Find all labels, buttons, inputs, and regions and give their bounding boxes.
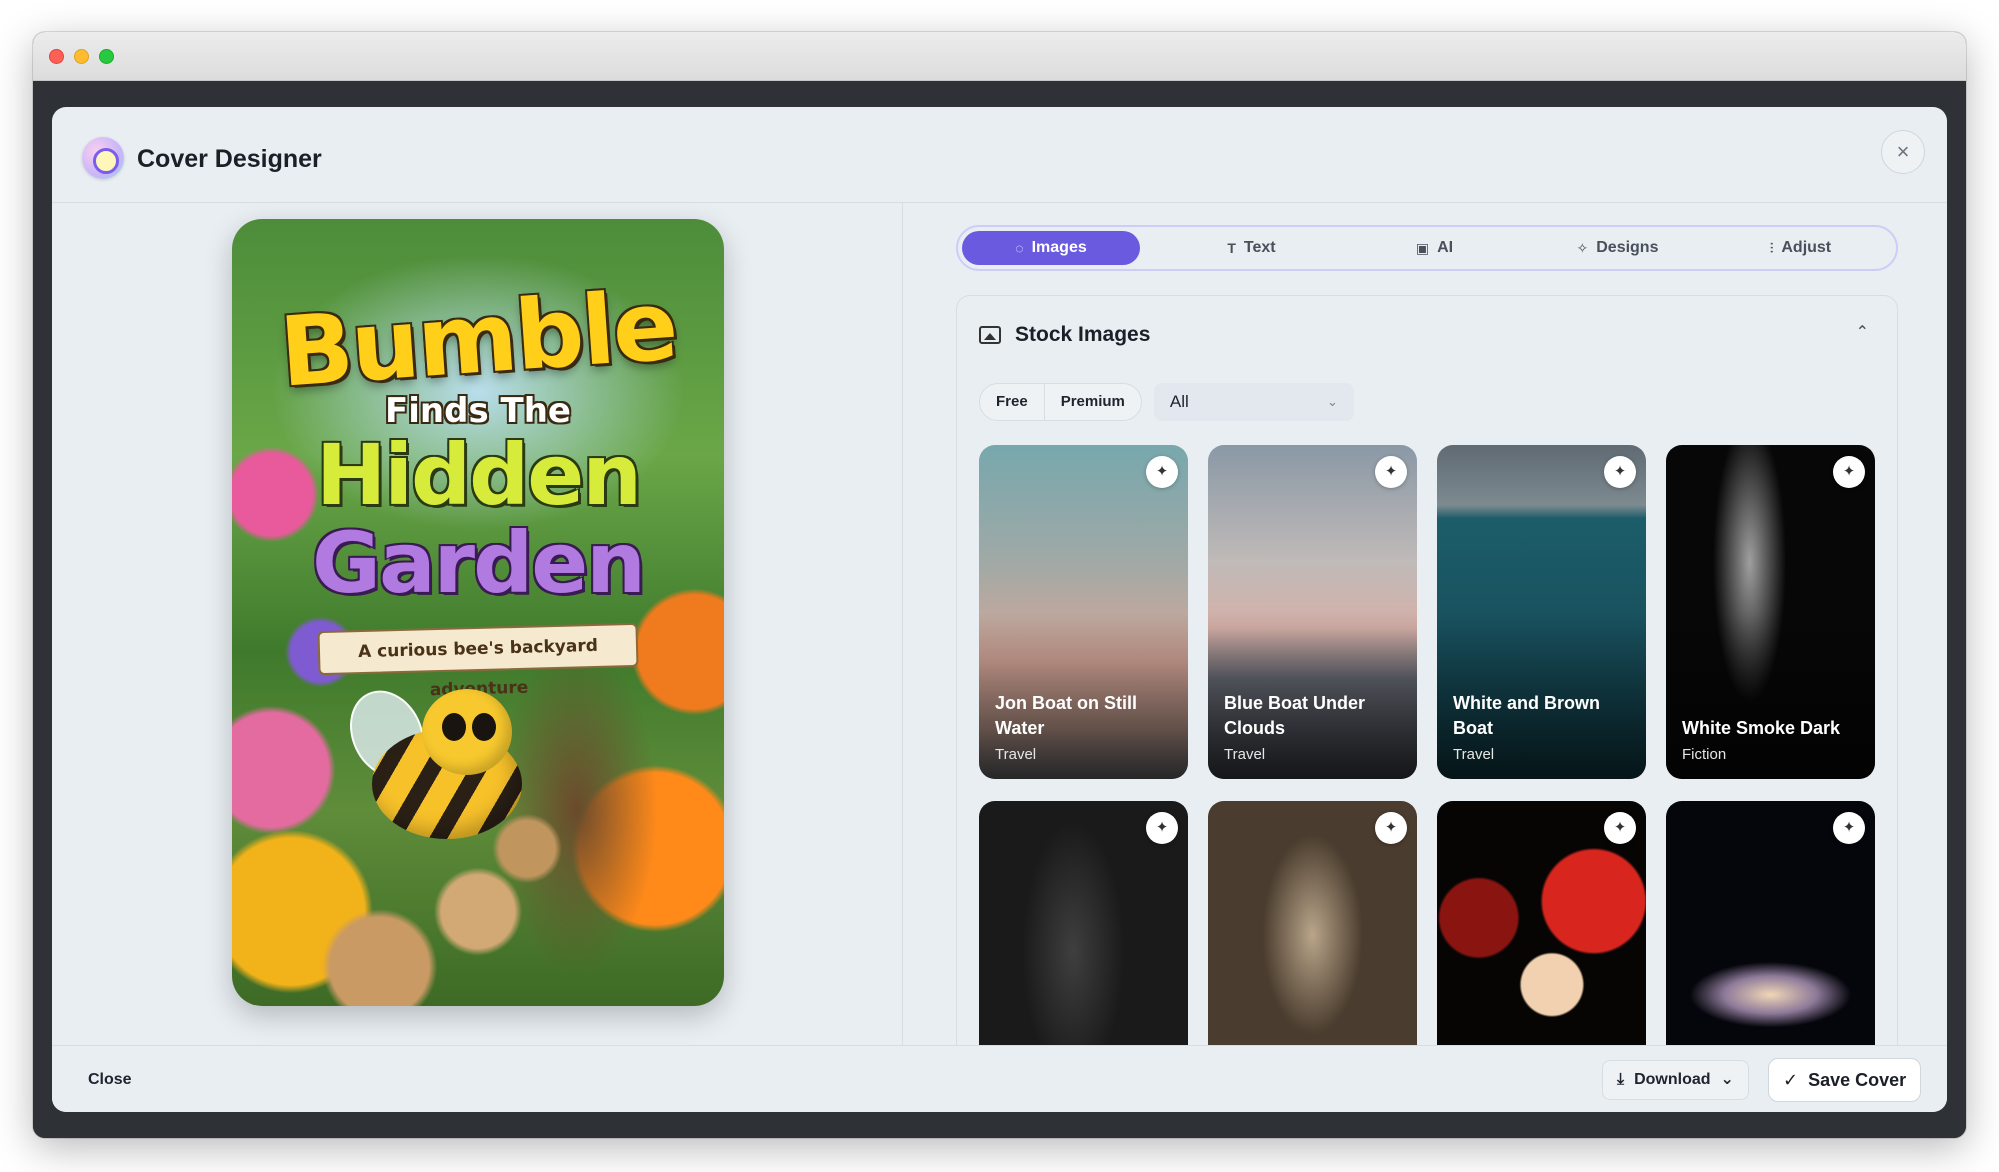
bee-illustration	[336, 678, 522, 839]
editor-pane: ◌ Images T Text ▣ AI ✧ Designs ⫶ Adjust	[904, 203, 1947, 1057]
ai-icon: ▣	[1415, 239, 1430, 256]
cover-title-line: Bumble	[276, 269, 680, 409]
image-card[interactable]: ✦	[1666, 801, 1875, 1057]
image-card[interactable]: ✦	[1437, 801, 1646, 1057]
cover-designer-dialog: Cover Designer × Bumble Finds The Hidden…	[52, 107, 1947, 1112]
stock-image-grid: ✦ Jon Boat on Still Water Travel ✦ Blue …	[979, 445, 1879, 1057]
panel-header[interactable]: Stock Images	[979, 320, 1150, 350]
image-card[interactable]: ✦	[1208, 801, 1417, 1057]
image-card[interactable]: ✦	[979, 801, 1188, 1057]
image-title: White and Brown Boat	[1453, 693, 1600, 738]
window-close-button[interactable]	[49, 49, 64, 64]
cover-title-line: Garden	[312, 514, 646, 612]
book-cover-preview: Bumble Finds The Hidden Garden A curious…	[232, 219, 724, 1006]
sliders-icon: ⫶	[1769, 239, 1774, 256]
close-button[interactable]: Close	[72, 1060, 148, 1100]
image-card[interactable]: ✦ Blue Boat Under Clouds Travel	[1208, 445, 1417, 779]
dialog-header: Cover Designer ×	[52, 107, 1947, 203]
image-title: White Smoke Dark	[1682, 718, 1841, 738]
image-category: Fiction	[1682, 746, 1727, 763]
palette-icon: ◌	[1015, 240, 1024, 256]
license-toggle: Free Premium	[979, 383, 1142, 421]
window-minimize-button[interactable]	[74, 49, 89, 64]
palette-icon	[82, 137, 124, 179]
tab-label: Adjust	[1781, 239, 1832, 256]
image-filters: Free Premium All ⌄	[979, 383, 1354, 421]
image-icon	[979, 326, 1001, 344]
sparkle-icon[interactable]: ✦	[1146, 456, 1178, 488]
image-title: Jon Boat on Still Water	[995, 693, 1137, 738]
sparkle-icon[interactable]: ✦	[1604, 456, 1636, 488]
filter-free-button[interactable]: Free	[980, 384, 1044, 420]
tab-images[interactable]: ◌ Images	[962, 231, 1140, 265]
category-select[interactable]: All ⌄	[1153, 383, 1354, 421]
sparkle-icon: ✧	[1576, 239, 1589, 256]
tab-label: Text	[1243, 239, 1276, 256]
cover-tagline: A curious bee's backyard adventure	[317, 622, 639, 700]
chevron-down-icon: ⌄	[1720, 1071, 1734, 1088]
image-title: Blue Boat Under Clouds	[1224, 693, 1366, 738]
download-button[interactable]: ⤓ Download ⌄	[1602, 1060, 1749, 1100]
sparkle-icon[interactable]: ✦	[1375, 456, 1407, 488]
save-cover-button[interactable]: ✓ Save Cover	[1768, 1058, 1922, 1102]
tab-text[interactable]: T Text	[1160, 231, 1343, 265]
download-icon: ⤓	[1617, 1071, 1625, 1088]
tab-label: Images	[1031, 239, 1087, 256]
filter-premium-button[interactable]: Premium	[1043, 384, 1141, 420]
sparkle-icon[interactable]: ✦	[1375, 812, 1407, 844]
sparkle-icon[interactable]: ✦	[1833, 456, 1865, 488]
category-select-value: All	[1169, 392, 1189, 411]
image-category: Travel	[1453, 746, 1495, 763]
sparkle-icon[interactable]: ✦	[1833, 812, 1865, 844]
sparkle-icon[interactable]: ✦	[1604, 812, 1636, 844]
cover-title: Bumble Finds The Hidden Garden	[232, 269, 724, 612]
cover-title-line: Hidden	[315, 426, 642, 524]
window-zoom-button[interactable]	[99, 49, 114, 64]
sparkle-icon[interactable]: ✦	[1146, 812, 1178, 844]
cover-preview-pane: Bumble Finds The Hidden Garden A curious…	[52, 203, 903, 1045]
image-card[interactable]: ✦ Jon Boat on Still Water Travel	[979, 445, 1188, 779]
tab-label: Designs	[1596, 239, 1659, 256]
tab-ai[interactable]: ▣ AI	[1343, 231, 1526, 265]
chevron-down-icon: ⌄	[1326, 394, 1338, 409]
image-card[interactable]: ✦ White and Brown Boat Travel	[1437, 445, 1646, 779]
close-icon[interactable]: ×	[1881, 130, 1925, 174]
panel-title: Stock Images	[1015, 323, 1151, 346]
chevron-up-icon[interactable]: ⌃	[1856, 322, 1869, 342]
stock-images-panel: Stock Images ⌃ Free Premium All ⌄ ✦ Jon …	[956, 295, 1898, 1057]
window-titlebar	[33, 32, 1966, 81]
editor-tabs: ◌ Images T Text ▣ AI ✧ Designs ⫶ Adjust	[956, 225, 1898, 271]
save-cover-label: Save Cover	[1808, 1069, 1907, 1090]
dialog-footer: Close ⤓ Download ⌄ ✓ Save Cover	[52, 1045, 1947, 1112]
download-label: Download	[1634, 1071, 1711, 1088]
image-category: Travel	[995, 746, 1037, 763]
check-icon: ✓	[1783, 1069, 1799, 1090]
image-category: Travel	[1224, 746, 1266, 763]
tab-adjust[interactable]: ⫶ Adjust	[1709, 231, 1892, 265]
image-card[interactable]: ✦ White Smoke Dark Fiction	[1666, 445, 1875, 779]
tab-designs[interactable]: ✧ Designs	[1526, 231, 1709, 265]
dialog-title: Cover Designer	[137, 145, 322, 173]
text-icon: T	[1227, 240, 1236, 256]
tab-label: AI	[1437, 239, 1454, 256]
